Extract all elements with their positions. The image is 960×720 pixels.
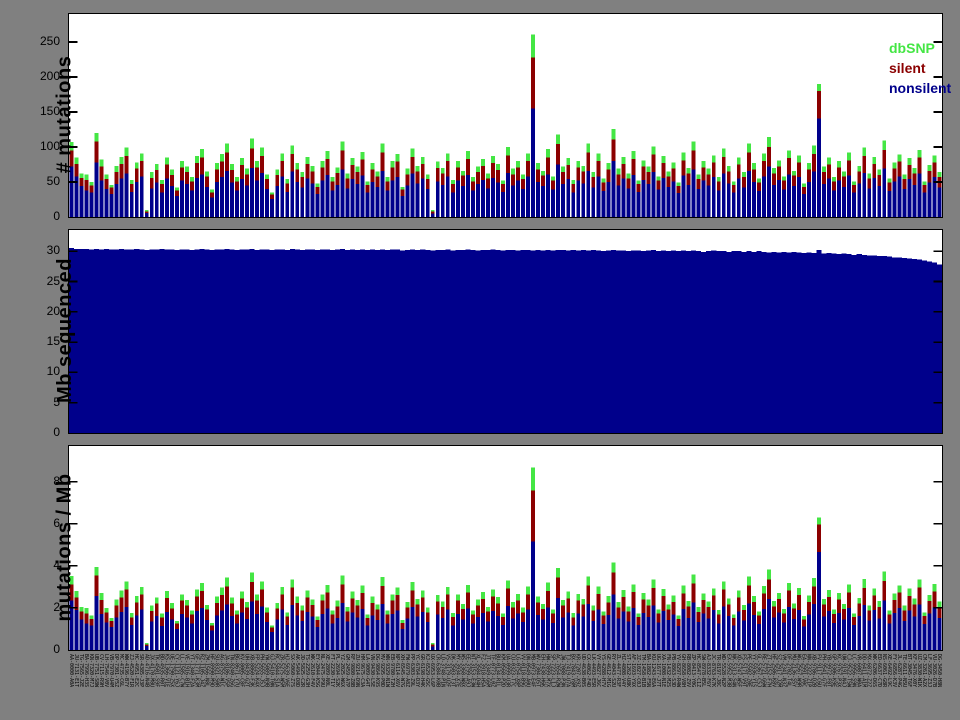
y-tick-label: 0 <box>16 425 60 439</box>
y-tick-marks <box>69 42 942 182</box>
y-tick-label: 4 <box>16 558 60 572</box>
legend-item-silent: silent <box>889 58 951 78</box>
y-tick-label: 20 <box>16 304 60 318</box>
y-tick-label: 250 <box>16 34 60 48</box>
mutation-counts-plot <box>69 14 942 217</box>
bars <box>69 248 942 433</box>
x-tick-label-texture: AA-0000-A0AJU-7131-E1TTG-7565-J2EBA-7996… <box>68 654 944 718</box>
y-tick-label: 6 <box>16 516 60 530</box>
y-tick-label: 100 <box>16 139 60 153</box>
legend-item-nonsilent: nonsilent <box>889 78 951 98</box>
figure: dbSNP silent nonsilent # mutations Mb se… <box>0 0 960 720</box>
panel-mutation-counts: dbSNP silent nonsilent <box>68 13 943 218</box>
legend: dbSNP silent nonsilent <box>889 38 951 98</box>
x-tick-label: DG-3450-H8N <box>936 654 941 716</box>
y-tick-label: 2 <box>16 600 60 614</box>
y-tick-label: 8 <box>16 474 60 488</box>
y-tick-label: 15 <box>16 334 60 348</box>
y-tick-label: 0 <box>16 209 60 223</box>
y-tick-label: 5 <box>16 395 60 409</box>
y-tick-label: 50 <box>16 174 60 188</box>
y-tick-marks <box>69 482 942 608</box>
y-tick-label: 25 <box>16 274 60 288</box>
bars <box>70 468 942 650</box>
panel-mb-sequenced <box>68 229 943 434</box>
y-tick-label: 200 <box>16 69 60 83</box>
y-tick-label: 0 <box>16 642 60 656</box>
mb-sequenced-plot <box>69 230 942 433</box>
y-tick-label: 30 <box>16 243 60 257</box>
y-tick-label: 10 <box>16 364 60 378</box>
bars <box>70 34 942 217</box>
legend-item-dbsnp: dbSNP <box>889 38 951 58</box>
mutation-rates-plot <box>69 446 942 650</box>
y-tick-label: 150 <box>16 104 60 118</box>
panel-mutation-rates <box>68 445 943 651</box>
